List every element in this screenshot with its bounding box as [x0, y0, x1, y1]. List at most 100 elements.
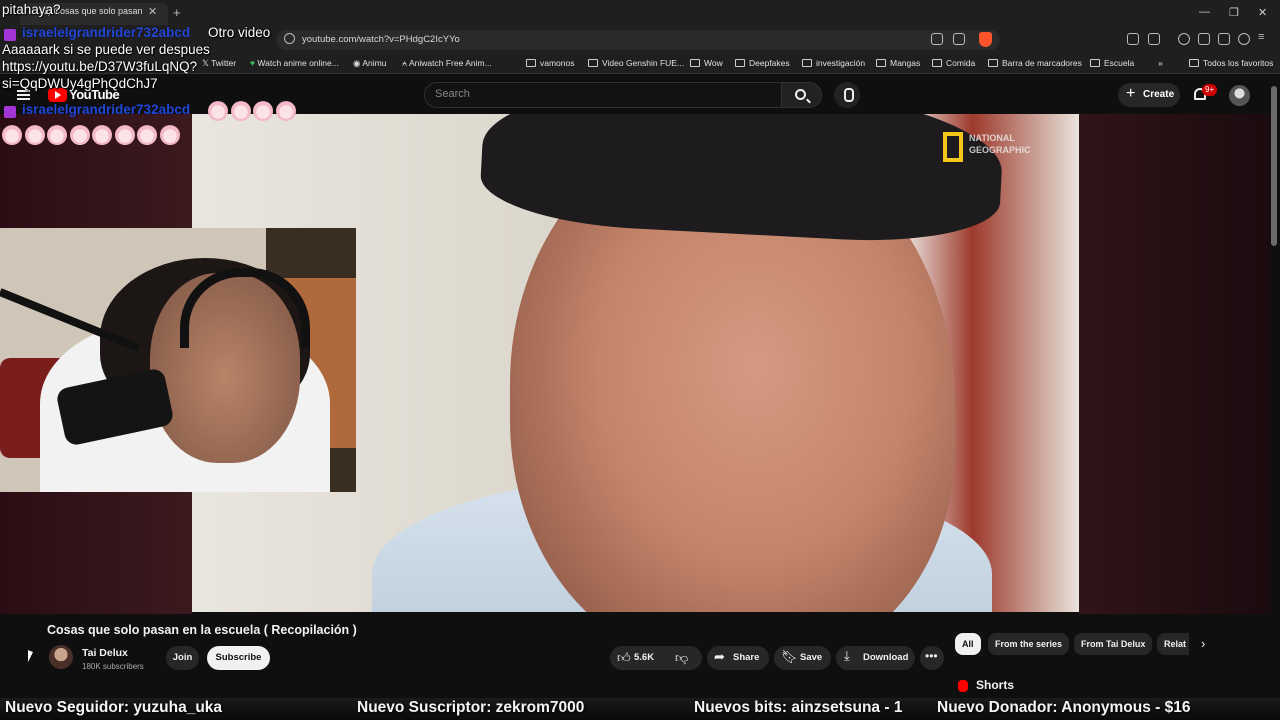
bookmark-save-icon: 🔖︎ — [781, 649, 798, 664]
join-button[interactable]: Join — [166, 646, 199, 670]
cast-icon[interactable] — [931, 33, 943, 45]
chat-message: pitahaya? — [2, 2, 61, 17]
streamer-webcam — [0, 228, 356, 492]
channel-name[interactable]: Tai Delux — [82, 647, 128, 659]
new-tab-icon[interactable]: + — [173, 5, 181, 20]
like-thumbs-up-icon[interactable]: 👍︎ — [617, 650, 631, 666]
chip-related[interactable]: Relat — [1157, 633, 1189, 655]
search-input[interactable] — [424, 82, 782, 108]
folder-icon — [588, 59, 598, 67]
all-bookmarks[interactable]: Todos los favoritos — [1189, 58, 1273, 68]
bookmark-wow[interactable]: Wow — [690, 58, 723, 68]
gift-badge-icon — [4, 29, 16, 41]
search-button[interactable] — [782, 82, 822, 108]
menu-icon[interactable]: ≡ — [1258, 31, 1270, 43]
folder-icon — [1189, 59, 1199, 67]
chat-link: si=QqDWUy4gPhQdChJ7 — [2, 76, 158, 91]
folder-icon — [735, 59, 745, 67]
bookmark-video-genshin[interactable]: Video Genshin FUE... — [588, 58, 684, 68]
emote-row — [2, 125, 182, 150]
alert-new-follower: Nuevo Seguidor: yuzuha_uka — [5, 699, 223, 716]
bookmark-twitter[interactable]: 𝕏 Twitter — [202, 58, 236, 69]
save-label: Save — [800, 652, 823, 663]
folder-icon — [1090, 59, 1100, 67]
notifications-badge: 9+ — [1202, 84, 1218, 96]
chevron-right-icon[interactable]: » — [1158, 58, 1163, 68]
downloads-icon[interactable] — [1218, 33, 1230, 45]
emote-icon — [159, 125, 180, 145]
emote-row — [208, 101, 298, 126]
shorts-heading: Shorts — [976, 678, 1015, 692]
account-avatar[interactable] — [1229, 85, 1250, 106]
folder-icon — [526, 59, 536, 67]
bookmark-deepfakes[interactable]: Deepfakes — [735, 58, 790, 68]
bookmark-investigacion[interactable]: investigación — [802, 58, 865, 68]
maximize-icon[interactable]: ❐ — [1229, 6, 1239, 19]
music-icon[interactable] — [1178, 33, 1190, 45]
search-icon — [795, 89, 806, 100]
chat-username: israelelgrandrider732abcd — [22, 25, 191, 40]
bookmark-barra-de-marcadores[interactable]: Barra de marcadores — [988, 58, 1082, 68]
chat-message: Aaaaaark si se puede ver despues — [2, 42, 210, 57]
create-label: Create — [1143, 89, 1175, 100]
alert-new-subscriber: Nuevo Suscriptor: zekrom7000 — [357, 699, 585, 716]
folder-icon — [988, 59, 998, 67]
ambient-glow-right — [1079, 114, 1271, 614]
folder-icon — [876, 59, 886, 67]
emote-icon — [137, 125, 157, 145]
bookmark-escuela[interactable]: Escuela — [1090, 58, 1134, 68]
bookmark-animu[interactable]: ◉ Animu — [353, 58, 386, 69]
dislike-thumbs-down-icon[interactable]: 👎︎ — [675, 650, 688, 666]
chevron-right-icon[interactable]: › — [1201, 636, 1205, 651]
subscribe-button[interactable]: Subscribe — [207, 646, 270, 670]
emote-icon — [47, 125, 67, 145]
url-text[interactable]: youtube.com/watch?v=PHdgC2IcYYo — [302, 34, 460, 45]
plus-icon: + — [1126, 85, 1136, 102]
alert-new-bits: Nuevos bits: ainzsetsuna - 1 — [694, 699, 903, 716]
like-count[interactable]: 5.6K — [634, 646, 654, 670]
window-close-icon[interactable]: ✕ — [1258, 6, 1267, 19]
emote-icon — [230, 101, 251, 121]
tab-strip — [0, 0, 1280, 28]
chip-from-tai-delux[interactable]: From Tai Delux — [1074, 633, 1153, 655]
emote-icon — [24, 125, 45, 145]
share-icon: ➦ — [714, 649, 725, 664]
voice-search-mic-icon[interactable] — [834, 82, 860, 108]
emote-icon — [208, 101, 228, 121]
site-info-icon[interactable] — [284, 33, 295, 44]
page-scrollbar[interactable] — [1271, 86, 1277, 246]
vpn-icon[interactable] — [1238, 33, 1250, 45]
emote-icon — [2, 125, 22, 145]
guide-menu-icon[interactable] — [17, 90, 30, 100]
minimize-icon[interactable]: — — [1199, 6, 1210, 18]
channel-avatar[interactable] — [49, 645, 73, 669]
chat-username: israelelgrandrider732abcd — [22, 102, 191, 117]
emote-icon — [114, 125, 135, 145]
tab-close-icon[interactable]: ✕ — [148, 5, 157, 18]
chip-all[interactable]: All — [955, 633, 981, 655]
video-watermark: NATIONAL GEOGRAPHIC — [969, 133, 1031, 155]
share-label: Share — [733, 652, 760, 663]
sidebar-icon[interactable] — [1148, 33, 1160, 45]
aniwatch-icon: ⍲ — [402, 58, 409, 68]
folder-icon — [932, 59, 942, 67]
chat-link: https://youtu.be/D37W3fuLqNQ? — [2, 59, 198, 74]
extensions-icon[interactable] — [1127, 33, 1139, 45]
emote-icon — [275, 101, 296, 121]
download-label: Download — [863, 652, 909, 663]
share-page-icon[interactable] — [953, 33, 965, 45]
subscriber-count: 180K subscribers — [82, 662, 144, 671]
bookmark-vamonos[interactable]: vamonos — [526, 58, 575, 68]
folder-icon — [690, 59, 700, 67]
bookmark-watch-anime[interactable]: ♥ Watch anime online... — [250, 58, 339, 68]
chip-from-the-series[interactable]: From the series — [988, 633, 1070, 655]
emote-icon — [92, 125, 112, 145]
bookmark-aniwatch[interactable]: ⍲ Aniwatch Free Anim... — [402, 58, 492, 69]
bookmark-comida[interactable]: Comida — [932, 58, 975, 68]
emote-icon — [69, 125, 90, 145]
search-placeholder: Search — [435, 88, 470, 100]
brave-shield-icon[interactable] — [979, 32, 992, 47]
wallet-icon[interactable] — [1198, 33, 1210, 45]
globe-icon: ◉ — [353, 58, 363, 68]
bookmark-mangas[interactable]: Mangas — [876, 58, 920, 68]
